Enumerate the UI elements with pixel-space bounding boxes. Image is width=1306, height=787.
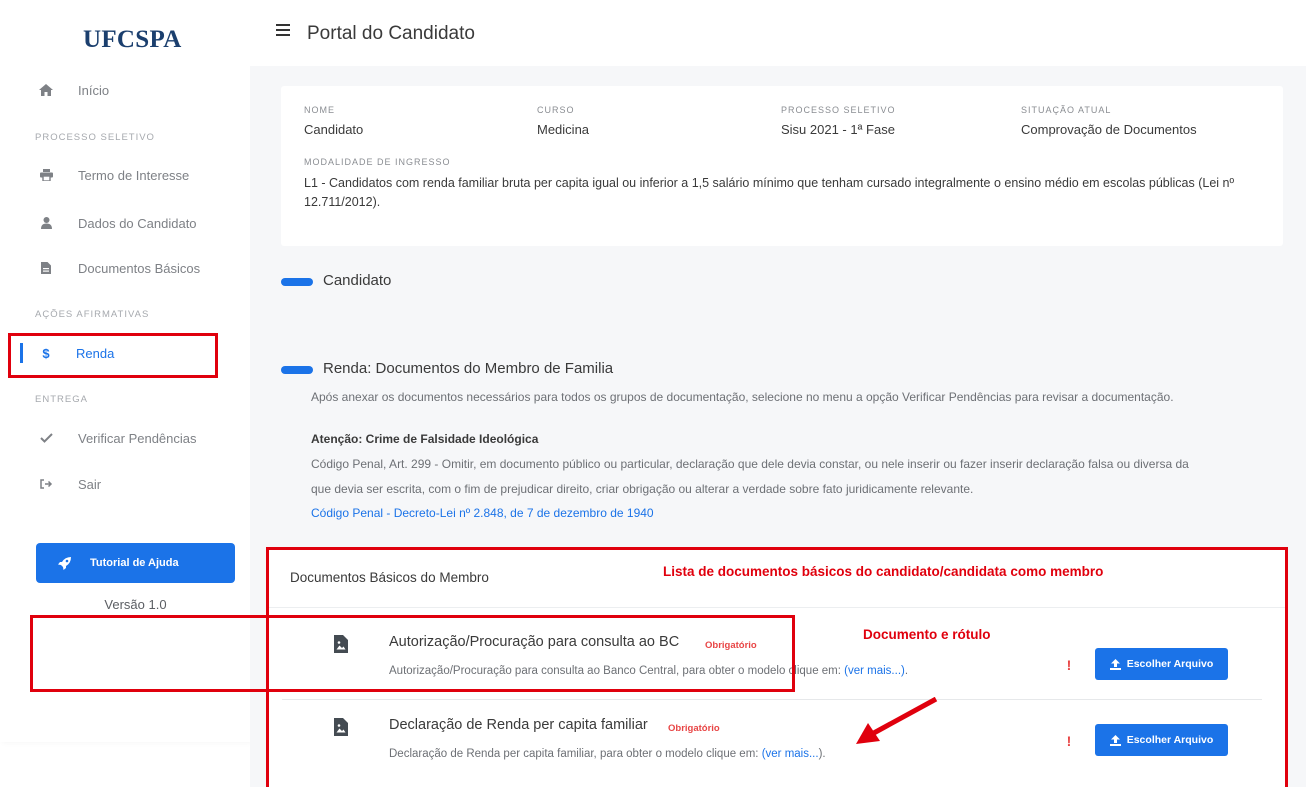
top-header: Portal do Candidato <box>250 0 1306 66</box>
candidate-info-card: NOME Candidato CURSO Medicina PROCESSO S… <box>281 86 1283 246</box>
section-title-candidato[interactable]: Candidato <box>323 272 391 289</box>
document-highlight-box <box>30 615 795 692</box>
sidebar-item-label: Documentos Básicos <box>78 260 201 276</box>
choose-file-label: Escolher Arquivo <box>1126 658 1214 670</box>
sidebar-item-sair[interactable]: Sair <box>0 469 250 499</box>
sidebar-item-label: Termo de Interesse <box>78 167 190 183</box>
divider <box>269 607 1285 608</box>
sidebar-item-dados[interactable]: Dados do Candidato <box>0 208 250 238</box>
info-label: SITUAÇÃO ATUAL <box>1021 105 1112 115</box>
document-description-end: . <box>904 665 909 677</box>
document-item: Declaração de Renda per capita familiar … <box>282 710 1262 782</box>
section-collapse-toggle[interactable] <box>281 366 313 374</box>
choose-file-button[interactable]: Escolher Arquivo <box>1095 724 1228 756</box>
nav-section-processo: PROCESSO SELETIVO <box>35 132 155 143</box>
sign-out-icon <box>38 479 54 489</box>
info-value: Candidato <box>304 122 364 137</box>
sidebar-item-label: Início <box>78 82 110 98</box>
home-icon <box>38 84 54 96</box>
check-icon <box>38 433 54 443</box>
ver-mais-link[interactable]: (ver mais... <box>762 748 819 760</box>
info-situacao: SITUAÇÃO ATUAL Comprovação de Documentos <box>1021 105 1197 137</box>
choose-file-label: Escolher Arquivo <box>1126 734 1214 746</box>
tutorial-help-label: Tutorial de Ajuda <box>90 557 179 569</box>
nav-section-entrega: ENTREGA <box>35 394 88 405</box>
info-label: MODALIDADE DE INGRESSO <box>304 157 451 167</box>
tutorial-help-button[interactable]: Tutorial de Ajuda <box>36 543 235 583</box>
documents-panel-title: Documentos Básicos do Membro <box>290 570 489 585</box>
sidebar-item-documentos[interactable]: Documentos Básicos <box>0 253 250 283</box>
info-processo: PROCESSO SELETIVO Sisu 2021 - 1ª Fase <box>781 105 896 137</box>
info-curso: CURSO Medicina <box>537 105 589 137</box>
document-description-text: Declaração de Renda per capita familiar,… <box>389 748 762 760</box>
sidebar-item-termo[interactable]: Termo de Interesse <box>0 160 250 190</box>
atencao-text-line: Código Penal, Art. 299 - Omitir, em docu… <box>311 457 1189 471</box>
info-value: L1 - Candidatos com renda familiar bruta… <box>304 176 1235 209</box>
atencao-title: Atenção: Crime de Falsidade Ideológica <box>311 432 539 446</box>
renda-intro-text: Após anexar os documentos necessários pa… <box>311 390 1174 404</box>
sidebar-item-verificar[interactable]: Verificar Pendências <box>0 423 250 453</box>
section-title-renda[interactable]: Renda: Documentos do Membro de Familia <box>323 360 613 377</box>
document-description-end: ). <box>818 748 826 760</box>
upload-icon <box>1109 734 1121 746</box>
sidebar-item-label: Dados do Candidato <box>78 215 197 231</box>
sidebar-item-inicio[interactable]: Início <box>0 75 250 105</box>
pending-alert-icon: ! <box>1055 726 1083 756</box>
info-nome: NOME Candidato <box>304 105 363 137</box>
info-modalidade: MODALIDADE DE INGRESSO L1 - Candidatos c… <box>304 157 1279 212</box>
codigo-penal-link[interactable]: Código Penal - Decreto-Lei nº 2.848, de … <box>311 506 654 520</box>
section-collapse-toggle[interactable] <box>281 278 313 286</box>
divider <box>282 699 1262 700</box>
required-badge: Obrigatório <box>668 723 720 734</box>
menu-icon[interactable] <box>276 24 290 36</box>
document-name: Declaração de Renda per capita familiar <box>389 717 648 733</box>
nav-section-acoes: AÇÕES AFIRMATIVAS <box>35 309 150 320</box>
ver-mais-link[interactable]: (ver mais...) <box>844 665 905 677</box>
info-value: Medicina <box>537 122 590 137</box>
ufcspa-logo[interactable]: UFCSPA <box>83 26 182 54</box>
pending-alert-icon: ! <box>1055 650 1083 680</box>
annotation-arrow <box>856 697 938 744</box>
info-label: PROCESSO SELETIVO <box>781 105 896 115</box>
atencao-text-line: que devia ser escrita, com o fim de prej… <box>311 482 974 496</box>
info-value: Comprovação de Documentos <box>1021 122 1197 137</box>
renda-highlight-box <box>8 333 218 378</box>
rocket-icon <box>56 556 72 570</box>
version-label: Versão 1.0 <box>104 597 167 612</box>
info-label: NOME <box>304 105 335 115</box>
info-value: Sisu 2021 - 1ª Fase <box>781 122 895 137</box>
info-label: CURSO <box>537 105 575 115</box>
documents-annotation: Lista de documentos básicos do candidato… <box>663 564 1104 579</box>
upload-icon <box>1109 658 1121 670</box>
sidebar-item-label: Verificar Pendências <box>78 430 197 446</box>
print-icon <box>38 169 54 181</box>
document-annotation: Documento e rótulo <box>863 627 991 642</box>
document-description: Declaração de Renda per capita familiar,… <box>389 748 826 760</box>
page-title: Portal do Candidato <box>307 23 475 44</box>
file-icon <box>38 262 54 274</box>
sidebar-item-label: Sair <box>78 476 102 492</box>
choose-file-button[interactable]: Escolher Arquivo <box>1095 648 1228 680</box>
user-icon <box>38 217 54 229</box>
file-image-icon <box>334 718 348 736</box>
